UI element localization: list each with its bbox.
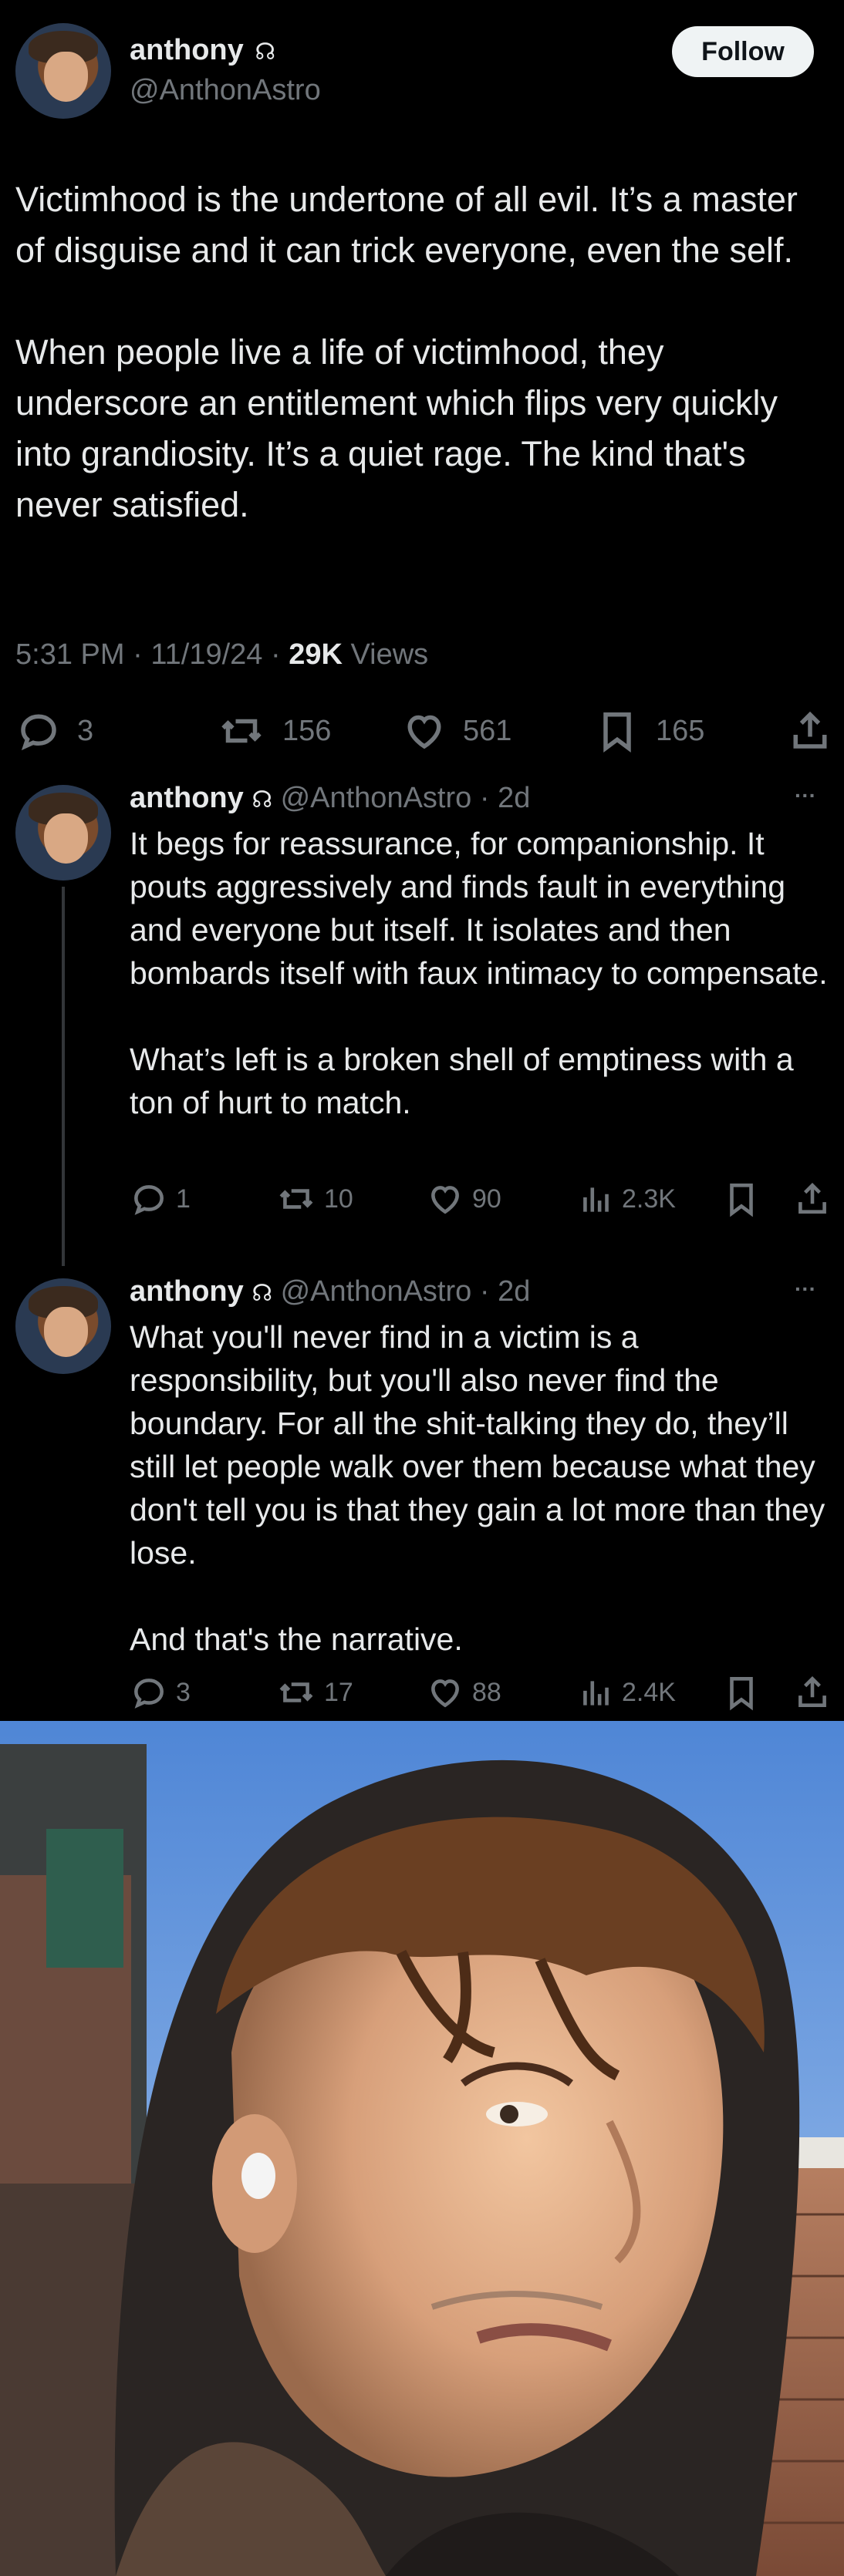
attached-photo[interactable]	[0, 1721, 844, 2576]
retweet-action[interactable]: 10	[276, 1180, 353, 1218]
thread-line	[62, 887, 65, 1266]
reply-icon	[134, 1679, 164, 1709]
bookmark-action[interactable]	[722, 1673, 761, 1712]
reply-text: It begs for reassurance, for companionsh…	[130, 826, 828, 1120]
tweet-meta: 5:31 PM · 11/19/24 · 29K Views	[15, 638, 429, 671]
reply-icon	[134, 1185, 164, 1215]
views-action[interactable]: 2.4K	[577, 1673, 676, 1712]
reply-header: anthony ☊ @AnthonAstro · 2d	[130, 782, 531, 814]
retweet-icon	[279, 1682, 313, 1702]
retweet-action[interactable]: 156	[218, 708, 331, 754]
reply-action[interactable]: 3	[130, 1673, 191, 1712]
retweet-icon	[221, 719, 262, 743]
reply-action[interactable]: 1	[130, 1180, 191, 1218]
share-icon	[798, 1676, 826, 1707]
retweet-icon	[279, 1189, 313, 1209]
bookmark-icon	[730, 1677, 753, 1711]
like-action[interactable]: 561	[401, 708, 511, 754]
author-handle[interactable]: @AnthonAstro	[130, 74, 321, 107]
reply-display-name[interactable]: anthony	[130, 1275, 244, 1308]
like-icon	[431, 1186, 459, 1214]
share-action[interactable]	[793, 1180, 832, 1218]
share-action[interactable]	[793, 1673, 832, 1712]
reply-avatar[interactable]	[15, 785, 111, 881]
follow-button[interactable]: Follow	[672, 26, 814, 77]
like-icon	[431, 1679, 459, 1708]
author-name-row[interactable]: anthony ☊	[130, 34, 275, 67]
reply-action[interactable]: 3	[15, 708, 93, 754]
like-action[interactable]: 88	[426, 1673, 501, 1712]
bookmark-action[interactable]	[722, 1180, 761, 1218]
views-count: 29K	[289, 638, 343, 671]
tweet-text: Victimhood is the undertone of all evil.…	[15, 180, 798, 524]
reply-age[interactable]: 2d	[498, 782, 530, 814]
reply-icon	[21, 714, 56, 751]
more-icon[interactable]: ···	[795, 1277, 816, 1301]
author-avatar[interactable]	[15, 23, 111, 119]
retweet-action[interactable]: 17	[276, 1673, 353, 1712]
share-icon	[798, 1183, 826, 1214]
share-action[interactable]	[787, 708, 833, 754]
reply-display-name[interactable]: anthony	[130, 782, 244, 814]
like-icon	[407, 715, 441, 749]
name-symbol-icon: ☊	[252, 1280, 272, 1307]
name-symbol-icon: ☊	[252, 786, 272, 813]
views-icon	[583, 1187, 609, 1212]
reply-avatar[interactable]	[15, 1278, 111, 1374]
share-icon	[793, 711, 827, 749]
author-display-name[interactable]: anthony	[130, 34, 244, 66]
views-label: Views	[350, 638, 429, 671]
reply-header: anthony ☊ @AnthonAstro · 2d	[130, 1275, 531, 1308]
selfie-photo	[0, 1721, 844, 2576]
bookmark-icon	[730, 1184, 753, 1217]
tweet-time[interactable]: 5:31 PM	[15, 638, 125, 671]
reply-text: What you'll never find in a victim is a …	[130, 1319, 825, 1657]
reply-handle[interactable]: @AnthonAstro	[281, 1275, 472, 1308]
name-symbol-icon: ☊	[255, 39, 275, 66]
tweet-date[interactable]: 11/19/24	[150, 638, 262, 671]
more-icon[interactable]: ···	[795, 783, 816, 808]
views-icon	[583, 1681, 609, 1706]
like-action[interactable]: 90	[426, 1180, 501, 1218]
bookmark-action[interactable]: 165	[594, 708, 704, 754]
reply-age[interactable]: 2d	[498, 1275, 530, 1308]
reply-handle[interactable]: @AnthonAstro	[281, 782, 472, 814]
bookmark-icon	[603, 712, 631, 753]
views-action[interactable]: 2.3K	[577, 1180, 676, 1218]
